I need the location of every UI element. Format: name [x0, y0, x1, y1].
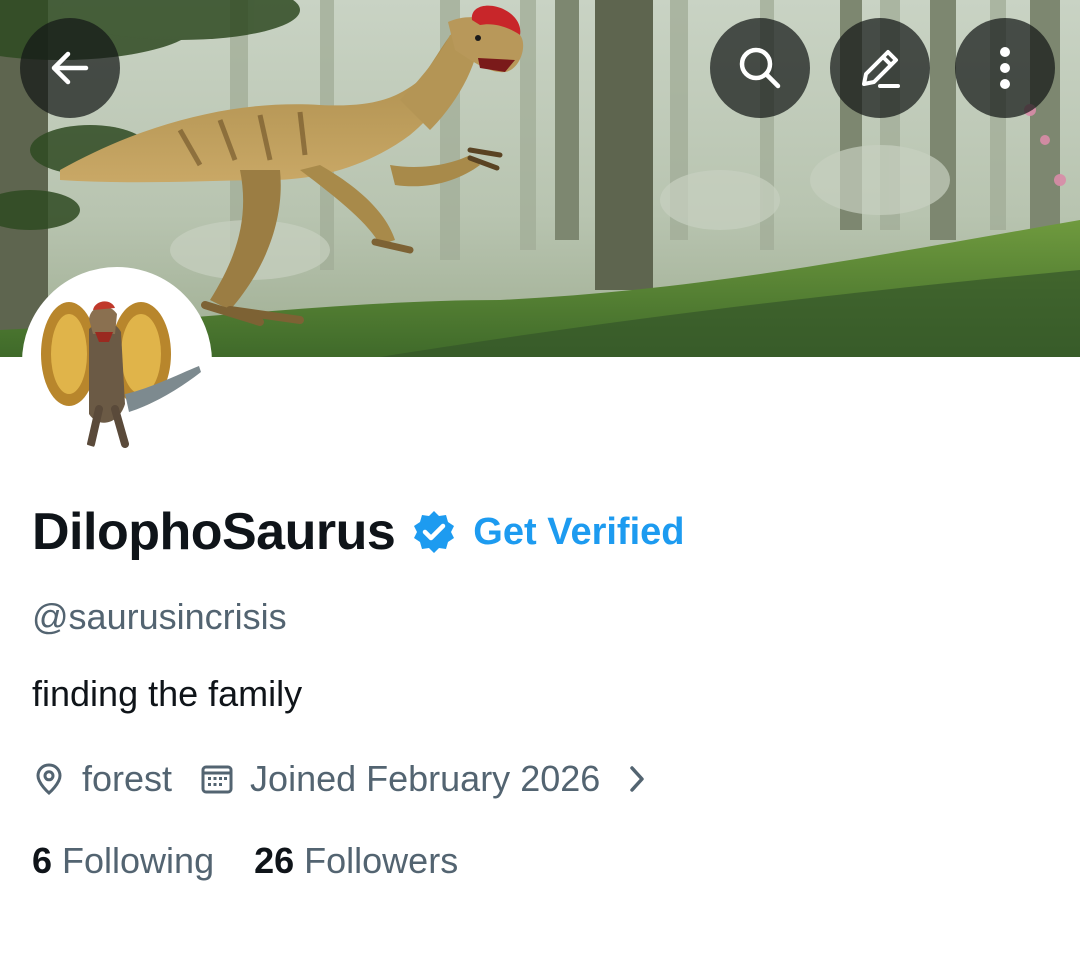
edit-button[interactable]	[830, 18, 930, 118]
bio: finding the family	[32, 673, 303, 714]
search-button[interactable]	[710, 18, 810, 118]
follow-stats: 6 Following 26 Followers	[32, 836, 458, 886]
arrow-left-icon	[51, 51, 89, 85]
more-options-button[interactable]	[955, 18, 1055, 118]
avatar-image	[29, 274, 205, 450]
vertical-dots-icon	[1000, 47, 1010, 89]
location-text: forest	[82, 758, 173, 799]
chevron-right-icon[interactable]	[624, 762, 650, 796]
joined-date: Joined February 2026	[250, 758, 601, 799]
followers-label: Followers	[304, 840, 459, 881]
name-row: DilophoSaurus Get Verified	[32, 500, 685, 564]
followers-link[interactable]: 26 Followers	[254, 840, 458, 882]
following-link[interactable]: 6 Following	[32, 840, 214, 882]
followers-count: 26	[254, 840, 295, 881]
joined-item: Joined February 2026	[200, 758, 650, 800]
display-name: DilophoSaurus	[32, 503, 396, 561]
get-verified-link[interactable]: Get Verified	[473, 511, 684, 554]
avatar[interactable]	[22, 267, 212, 457]
calendar-icon	[201, 765, 233, 794]
search-icon	[739, 47, 781, 89]
following-label: Following	[62, 840, 215, 881]
verified-badge-icon[interactable]	[411, 509, 457, 555]
pencil-icon	[862, 50, 900, 88]
profile-meta: forest Joined February 2026	[32, 752, 650, 806]
location-pin-icon	[36, 763, 62, 795]
following-count: 6	[32, 840, 53, 881]
back-button[interactable]	[20, 18, 120, 118]
location-item: forest	[32, 758, 172, 800]
user-handle: @saurusincrisis	[32, 596, 287, 637]
